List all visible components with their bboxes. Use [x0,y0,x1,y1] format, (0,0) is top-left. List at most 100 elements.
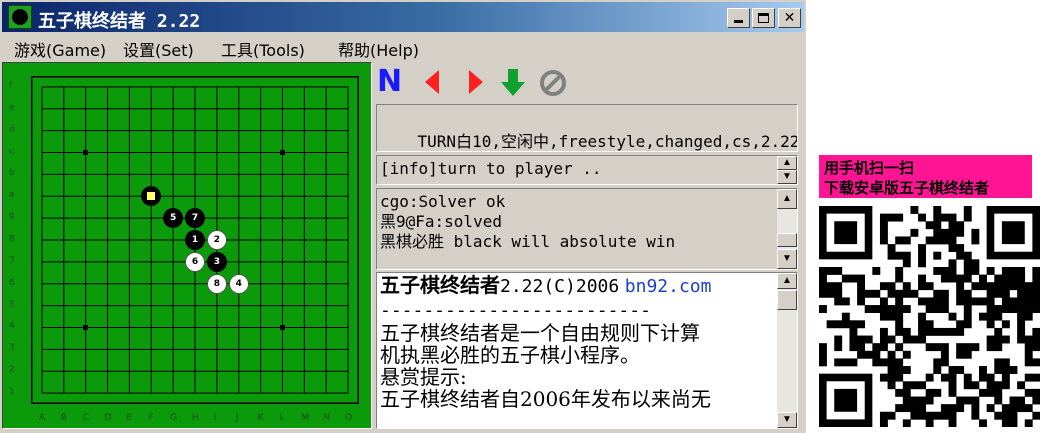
qr-module [994,274,1003,283]
undo-button[interactable] [417,66,449,98]
qr-module [1024,282,1033,291]
qr-module [834,266,843,275]
qr-module [1001,335,1010,344]
qr-module [1032,343,1040,352]
scroll-up-button[interactable]: ▲ [777,189,797,209]
scroll-thumb[interactable] [777,290,797,310]
qr-module [948,404,957,413]
qr-module [986,343,995,352]
info-scrollbar[interactable]: ▲ ▼ [777,156,797,184]
maximize-icon [758,13,769,23]
scroll-down-button[interactable]: ▼ [777,249,797,269]
qr-module [872,305,881,313]
black-stone[interactable] [141,186,162,207]
maximize-button[interactable] [752,8,775,28]
log-box[interactable]: cgo:Solver ok 黑9@Fa:solved 黑棋必胜 black wi… [376,188,798,270]
qr-module [879,213,888,222]
qr-module [971,228,980,237]
qr-module [956,251,965,260]
row-label: c [9,146,14,157]
qr-module [933,228,942,237]
black-stone[interactable]: 1 [185,230,205,250]
qr-module [895,297,904,306]
qr-module [986,305,995,313]
column-label: O [345,413,353,423]
qr-module [1024,289,1033,298]
qr-module [879,221,888,230]
qr-module [940,228,949,237]
qr-module [895,266,904,275]
qr-module [1001,274,1010,283]
qr-module [940,404,949,413]
qr-module [879,411,888,420]
qr-module [940,343,949,352]
qr-module [971,411,980,420]
white-stone[interactable]: 4 [228,273,249,294]
new-game-icon: N [377,64,403,99]
qr-module [826,320,835,329]
black-stone[interactable]: 7 [185,208,205,229]
scroll-down-button[interactable]: ▼ [777,170,797,184]
qr-module [841,297,850,306]
qr-module [902,335,911,344]
qr-module [872,266,881,275]
white-stone[interactable]: 2 [206,230,227,250]
qr-module [994,343,1003,352]
qr-module [925,411,934,420]
qr-module [887,312,896,321]
qr-module [948,327,957,336]
qr-module [963,206,972,214]
scroll-up-button[interactable]: ▲ [777,156,797,170]
qr-module [979,419,987,427]
qr-module [864,289,873,298]
about-scrollbar[interactable]: ▲ ▼ [777,273,797,428]
about-content: 五子棋终结者2.22(C)2006 bn92.com -------------… [380,273,775,410]
minimize-button[interactable] [727,8,750,28]
menu-tools[interactable]: 工具(Tools) [221,37,305,61]
app-icon[interactable] [8,5,32,29]
qr-module [963,373,972,382]
column-label: I [213,413,217,423]
stop-button[interactable] [537,66,569,98]
solve-button[interactable] [497,66,529,98]
qr-module [918,297,926,306]
menu-set[interactable]: 设置(Set) [123,37,194,61]
qr-module [879,297,888,306]
qr-module [963,305,972,313]
new-game-button[interactable]: N [377,66,409,98]
row-label: 1 [9,387,15,398]
qr-module [834,343,843,352]
log-scrollbar[interactable]: ▲ ▼ [777,189,797,269]
close-button[interactable]: ✕ [778,8,801,28]
title-bar[interactable]: 五子棋终结者 2.22 ✕ [2,2,804,32]
scroll-down-button[interactable]: ▼ [777,412,797,428]
menu-game[interactable]: 游戏(Game) [14,37,106,61]
white-stone[interactable]: 8 [206,273,227,294]
menu-help[interactable]: 帮助(Help) [338,37,419,61]
qr-module [933,289,942,298]
about-link[interactable]: bn92.com [625,276,712,297]
row-label: 4 [9,321,15,332]
qr-module [834,358,843,367]
qr-module [872,289,881,298]
black-stone[interactable]: 5 [163,208,184,229]
stop-icon [540,70,566,96]
redo-button[interactable] [461,66,493,98]
black-stone[interactable]: 3 [206,251,227,272]
qr-module [857,297,866,306]
qr-module [1017,396,1026,405]
qr-module [879,228,888,237]
status-field: TURN白10,空闲中,freestyle,changed,cs,2.22 [376,104,798,152]
qr-module [1024,404,1033,413]
scroll-thumb[interactable] [777,233,797,247]
qr-module [902,305,911,313]
scroll-down-icon: ▼ [782,414,792,425]
qr-module [1032,373,1040,382]
about-panel[interactable]: 五子棋终结者2.22(C)2006 bn92.com -------------… [376,272,798,429]
qr-module [933,297,942,306]
white-stone[interactable]: 6 [185,251,205,272]
menu-bar: 游戏(Game) 设置(Set) 工具(Tools) 帮助(Help) [2,33,804,61]
scroll-up-button[interactable]: ▲ [777,273,797,289]
qr-module [902,366,911,374]
qr-module [910,381,919,390]
